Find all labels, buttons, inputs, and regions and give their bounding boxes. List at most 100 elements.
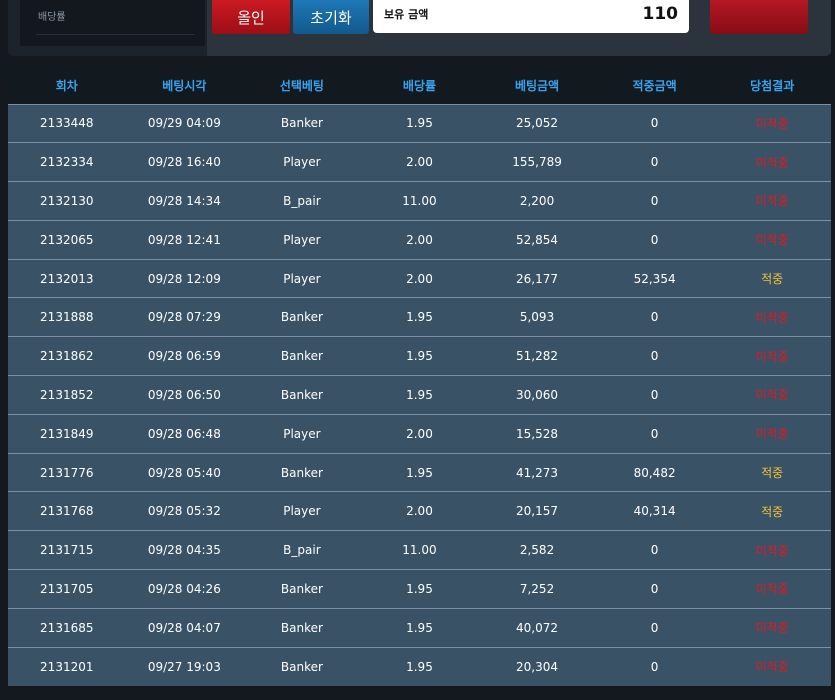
bet-time-cell: 09/28 06:59 [125, 336, 244, 376]
selected-bet-cell: Player [243, 413, 361, 454]
round-cell: 2131776 [8, 452, 126, 492]
bet-time-cell: 09/28 14:34 [125, 181, 244, 221]
result-cell: 미적중 [713, 413, 831, 454]
header-round: 회차 [55, 78, 78, 93]
result-cell: 미적중 [713, 219, 831, 260]
bet-amount-cell: 20,157 [478, 491, 596, 531]
table-row: 2131201 09/27 19:03 Banker 1.95 20,304 0 미적중 [8, 646, 831, 686]
selected-bet-cell: Banker [243, 607, 361, 648]
odds-cell: 1.95 [360, 646, 479, 686]
result-cell: 적중 [713, 452, 831, 492]
win-amount-cell: 52,354 [595, 258, 714, 298]
bet-time-cell: 09/28 04:35 [125, 530, 244, 570]
betting-history-table: 회차 베팅시각 선택베팅 배당률 베팅금액 적중금액 당첨결과 2133448 0… [8, 67, 831, 686]
reset-button[interactable]: 초기화 [293, 0, 369, 34]
win-amount-cell: 0 [595, 219, 714, 260]
bet-amount-cell: 30,060 [478, 375, 596, 415]
round-cell: 2132013 [8, 258, 126, 298]
odds-cell: 11.00 [360, 530, 479, 570]
all-in-button[interactable]: 올인 [212, 0, 290, 34]
bet-amount-cell: 2,200 [478, 181, 596, 221]
selected-bet-cell: Player [243, 142, 361, 182]
selected-bet-cell: Player [243, 219, 361, 260]
holding-amount-field: 보유 금액 110 [373, 0, 689, 33]
bet-amount-cell: 40,072 [478, 607, 596, 648]
holding-amount-value: 110 [642, 4, 679, 24]
bet-amount-cell: 2,582 [478, 530, 596, 570]
odds-cell: 2.00 [360, 219, 479, 260]
bet-amount-cell: 51,282 [478, 336, 596, 376]
header-result: 당첨결과 [750, 78, 795, 93]
odds-cell: 2.00 [360, 142, 479, 182]
selected-bet-cell: B_pair [243, 530, 361, 570]
bet-amount-cell: 41,273 [478, 452, 596, 492]
round-cell: 2131888 [8, 297, 126, 337]
table-row: 2131776 09/28 05:40 Banker 1.95 41,273 80,482… [8, 452, 831, 492]
holding-amount-label: 보유 금액 [384, 8, 429, 21]
table-row: 2131852 09/28 06:50 Banker 1.95 30,060 0 미적중 [8, 375, 831, 415]
bet-time-cell: 09/28 12:09 [125, 258, 244, 298]
odds-cell: 11.00 [360, 181, 479, 221]
bet-amount-cell: 155,789 [478, 142, 596, 182]
win-amount-cell: 0 [595, 297, 714, 337]
bet-time-cell: 09/28 06:50 [125, 375, 244, 415]
win-amount-cell: 0 [595, 375, 714, 415]
bet-time-cell: 09/28 04:26 [125, 569, 244, 609]
table-row: 2131685 09/28 04:07 Banker 1.95 40,072 0 미적중 [8, 607, 831, 648]
odds-cell: 1.95 [360, 297, 479, 337]
bet-time-cell: 09/27 19:03 [125, 646, 244, 686]
round-cell: 2131685 [8, 607, 126, 648]
result-cell: 미적중 [713, 530, 831, 570]
win-amount-cell: 40,314 [595, 491, 714, 531]
bet-time-cell: 09/28 16:40 [125, 142, 244, 182]
round-cell: 2132065 [8, 219, 126, 260]
table-row: 2131849 09/28 06:48 Player 2.00 15,528 0 미적중 [8, 413, 831, 454]
header-bet-amount: 베팅금액 [514, 78, 560, 93]
table-row: 2132334 09/28 16:40 Player 2.00 155,789 0 미적중 [8, 142, 831, 182]
odds-label: 배당률 [38, 12, 66, 23]
win-amount-cell: 0 [595, 142, 714, 182]
bet-amount-cell: 15,528 [478, 413, 596, 454]
win-amount-cell: 0 [595, 413, 714, 454]
result-cell: 미적중 [713, 336, 831, 376]
table-header-row: 회차 베팅시각 선택베팅 배당률 베팅금액 적중금액 당첨결과 [8, 67, 831, 104]
table-row: 2132065 09/28 12:41 Player 2.00 52,854 0 미적중 [8, 219, 831, 260]
selected-bet-cell: Banker [243, 569, 361, 609]
table-row: 2131715 09/28 04:35 B_pair 11.00 2,582 0 미적중 [8, 530, 831, 570]
bet-amount-cell: 52,854 [478, 219, 596, 260]
round-cell: 2132334 [8, 142, 126, 182]
odds-cell: 1.95 [360, 375, 479, 415]
round-cell: 2131201 [8, 646, 126, 686]
bet-amount-cell: 20,304 [478, 646, 596, 686]
round-cell: 2131862 [8, 336, 126, 376]
odds-cell: 1.95 [360, 607, 479, 648]
table-row: 2131888 09/28 07:29 Banker 1.95 5,093 0 미적중 [8, 297, 831, 337]
place-bet-button[interactable] [710, 0, 808, 34]
header-selected-bet: 선택베팅 [279, 78, 324, 93]
win-amount-cell: 0 [595, 607, 714, 648]
bet-time-cell: 09/28 12:41 [125, 219, 244, 260]
odds-box: 배당률 [20, 0, 205, 46]
round-cell: 2131705 [8, 569, 126, 609]
round-cell: 2131715 [8, 530, 126, 570]
win-amount-cell: 0 [595, 336, 714, 376]
odds-cell: 1.95 [360, 103, 479, 143]
round-cell: 2131852 [8, 375, 126, 415]
odds-cell: 2.00 [360, 413, 479, 454]
bet-amount-cell: 5,093 [478, 297, 596, 337]
table-row: 2133448 09/29 04:09 Banker 1.95 25,052 0 미적중 [8, 103, 831, 143]
selected-bet-cell: Banker [243, 375, 361, 415]
bet-time-cell: 09/29 04:09 [125, 103, 244, 143]
selected-bet-cell: Player [243, 258, 361, 298]
bet-time-cell: 09/28 05:40 [125, 452, 244, 492]
selected-bet-cell: Player [243, 491, 361, 531]
win-amount-cell: 80,482 [595, 452, 714, 492]
result-cell: 미적중 [713, 607, 831, 648]
result-cell: 미적중 [713, 181, 831, 221]
odds-cell: 1.95 [360, 452, 479, 492]
win-amount-cell: 0 [595, 530, 714, 570]
divider [36, 34, 195, 35]
table-row: 2132130 09/28 14:34 B_pair 11.00 2,200 0 미적중 [8, 181, 831, 221]
round-cell: 2132130 [8, 181, 126, 221]
bet-time-cell: 09/28 05:32 [125, 491, 244, 531]
